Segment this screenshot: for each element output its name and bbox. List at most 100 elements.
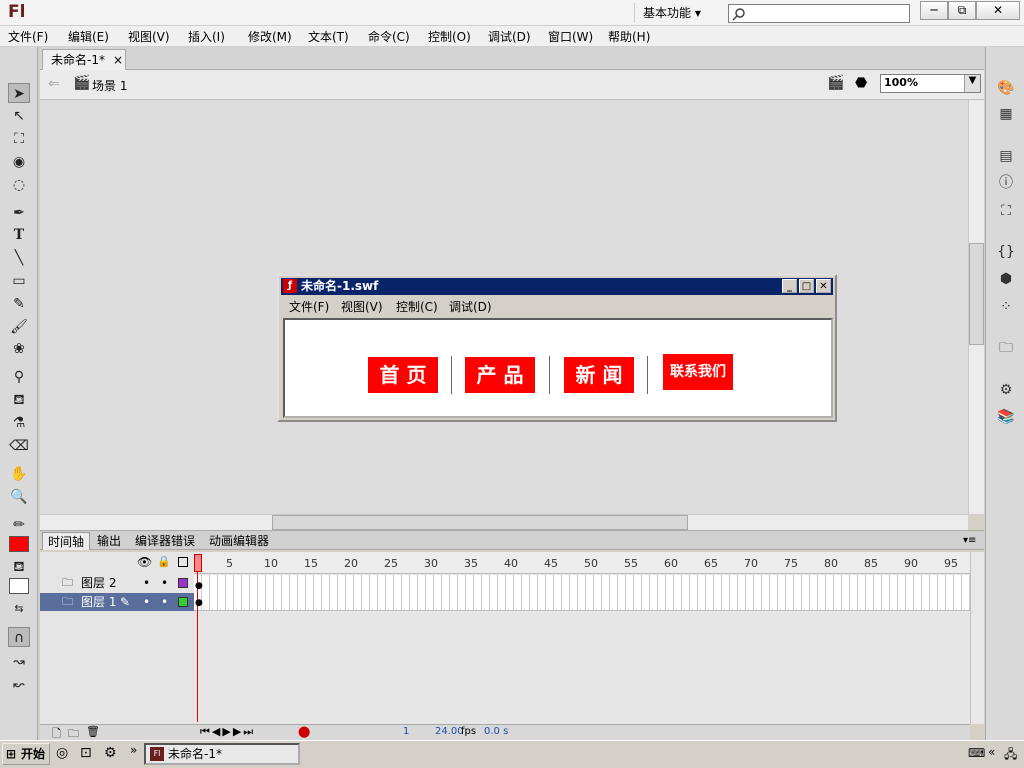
swap-colors-icon[interactable]: ⇆ [8,599,30,619]
actions-icon[interactable]: {} [996,243,1016,261]
stroke-color-icon[interactable]: ✏ [8,515,30,535]
nav-button-contact[interactable]: 联系我们 [663,354,733,390]
timeline-frames[interactable]: 15101520253035404550556065707580859095 ●… [194,552,970,724]
zoom-tool-icon[interactable]: 🔍 [8,487,30,507]
tab-compiler-errors[interactable]: 编译器错误 [130,532,200,550]
delete-layer-icon[interactable]: 🗑 [86,725,100,738]
layer-color-swatch[interactable] [178,597,188,607]
nav-button-home[interactable]: 首 页 [368,357,438,393]
3d-rotation-icon[interactable]: ◉ [8,152,30,172]
layer-color-swatch[interactable] [178,578,188,588]
snap-magnet-icon[interactable]: ∩ [8,627,30,647]
brush-icon[interactable]: 🖌 [8,317,30,337]
edit-scene-icon[interactable]: 🎬 [827,75,844,91]
menu-window[interactable]: 窗口(W) [548,28,593,45]
layer-row[interactable]: 🗀 图层 1 ✎ • • [40,593,194,611]
close-icon[interactable]: × [113,50,123,70]
hand-tool-icon[interactable]: ✋ [8,464,30,484]
outline-icon[interactable] [178,557,188,567]
project-icon[interactable]: 🗀 [996,339,1016,357]
workspace-switcher[interactable]: 基本功能 ▾ [634,3,716,23]
eye-icon[interactable]: 👁 [137,555,152,569]
menu-control[interactable]: 控制(O) [428,28,471,45]
components-icon[interactable]: ⬢ [996,270,1016,288]
restore-button[interactable]: ⧉ [948,1,976,20]
paint-bucket-icon[interactable]: ⛾ [8,390,30,410]
playback-controls-icon[interactable]: ⏮◀▶▶⏭ [200,725,255,739]
swf-menu-view[interactable]: 视图(V) [341,298,383,315]
properties-icon[interactable]: ⚙ [996,381,1016,399]
transform-icon[interactable]: ⛶ [996,202,1016,220]
keyframe-dot[interactable]: ● [195,581,203,591]
text-tool-icon[interactable]: T [8,225,30,245]
tab-document[interactable]: 未命名-1* × [42,49,126,70]
eraser-icon[interactable]: ⌫ [8,436,30,456]
timeline-vertical-scrollbar[interactable] [970,552,984,724]
library-icon[interactable]: 📚 [996,408,1016,426]
free-transform-icon[interactable]: ⛶ [8,129,30,149]
selection-tool-icon[interactable]: ➤ [8,83,30,103]
fill-color-icon[interactable]: ⛾ [8,557,30,577]
fill-color-swatch[interactable] [9,578,29,594]
tab-motion-editor[interactable]: 动画编辑器 [204,532,274,550]
bone-tool-icon[interactable]: ⚲ [8,367,30,387]
minimize-button[interactable]: ─ [920,1,948,20]
lock-dot[interactable]: • [161,574,168,592]
lasso-icon[interactable]: ◌ [8,175,30,195]
align-icon[interactable]: ▤ [996,147,1016,165]
onion-skin-icon[interactable]: ⬤ [298,725,310,738]
stage-horizontal-scrollbar[interactable] [40,514,968,530]
frame-grid[interactable] [194,575,970,611]
panel-menu-icon[interactable]: ▾≡ [958,532,981,550]
zoom-select[interactable]: 100% ▼ [880,74,981,93]
frame-ruler[interactable]: 15101520253035404550556065707580859095 [194,552,970,574]
quicklaunch-chevron[interactable]: » [130,743,137,757]
chevron-down-icon[interactable]: ▼ [964,75,980,92]
pencil-icon[interactable]: ✎ [8,294,30,314]
scroll-thumb[interactable] [969,243,984,345]
keyframe-dot[interactable]: ● [195,598,203,608]
deco-tool-icon[interactable]: ❀ [8,339,30,359]
swf-close-button[interactable]: ✕ [816,279,831,293]
network-icon[interactable]: 🖧 [1004,745,1017,766]
visibility-dot[interactable]: • [143,574,150,592]
settings-icon[interactable]: ⚙ [104,745,117,761]
swf-maximize-button[interactable]: □ [799,279,814,293]
pen-icon[interactable]: ✒ [8,203,30,223]
playhead[interactable] [194,554,202,572]
swatches-icon[interactable]: ▦ [996,105,1016,123]
lock-icon[interactable]: 🔒 [157,555,171,568]
nav-button-products[interactable]: 产 品 [465,357,535,393]
layer-row[interactable]: 🗀 图层 2 • • [40,574,194,592]
keyboard-icon[interactable]: ⌨ [968,746,985,760]
close-button[interactable]: ✕ [976,1,1020,20]
swf-menu-debug[interactable]: 调试(D) [449,298,492,315]
menu-commands[interactable]: 命令(C) [368,28,410,45]
edit-symbols-icon[interactable]: ⬣ [855,75,867,91]
menu-help[interactable]: 帮助(H) [608,28,650,45]
motion-presets-icon[interactable]: ⁘ [996,298,1016,316]
menu-view[interactable]: 视图(V) [128,28,170,45]
tab-output[interactable]: 输出 [92,532,126,550]
menu-text[interactable]: 文本(T) [308,28,349,45]
lock-dot[interactable]: • [161,593,168,611]
swf-menu-control[interactable]: 控制(C) [396,298,438,315]
straighten-icon[interactable]: ↜ [8,675,30,695]
explorer-icon[interactable]: ⊡ [80,745,92,761]
stage-vertical-scrollbar[interactable] [968,100,984,514]
start-button[interactable]: ⊞ 开始 [2,743,50,765]
smooth-icon[interactable]: ↝ [8,652,30,672]
visibility-dot[interactable]: • [143,593,150,611]
menu-insert[interactable]: 插入(I) [188,28,225,45]
eyedropper-icon[interactable]: ⚗ [8,413,30,433]
chrome-icon[interactable]: ◎ [56,745,68,761]
swf-minimize-button[interactable]: _ [782,279,797,293]
back-arrow-icon[interactable]: ⇐ [48,76,60,92]
line-tool-icon[interactable]: ╲ [8,248,30,268]
scroll-thumb[interactable] [272,515,688,530]
menu-modify[interactable]: 修改(M) [248,28,292,45]
menu-edit[interactable]: 编辑(E) [68,28,109,45]
rectangle-tool-icon[interactable]: ▭ [8,271,30,291]
menu-file[interactable]: 文件(F) [8,28,48,45]
swf-menu-file[interactable]: 文件(F) [289,298,329,315]
